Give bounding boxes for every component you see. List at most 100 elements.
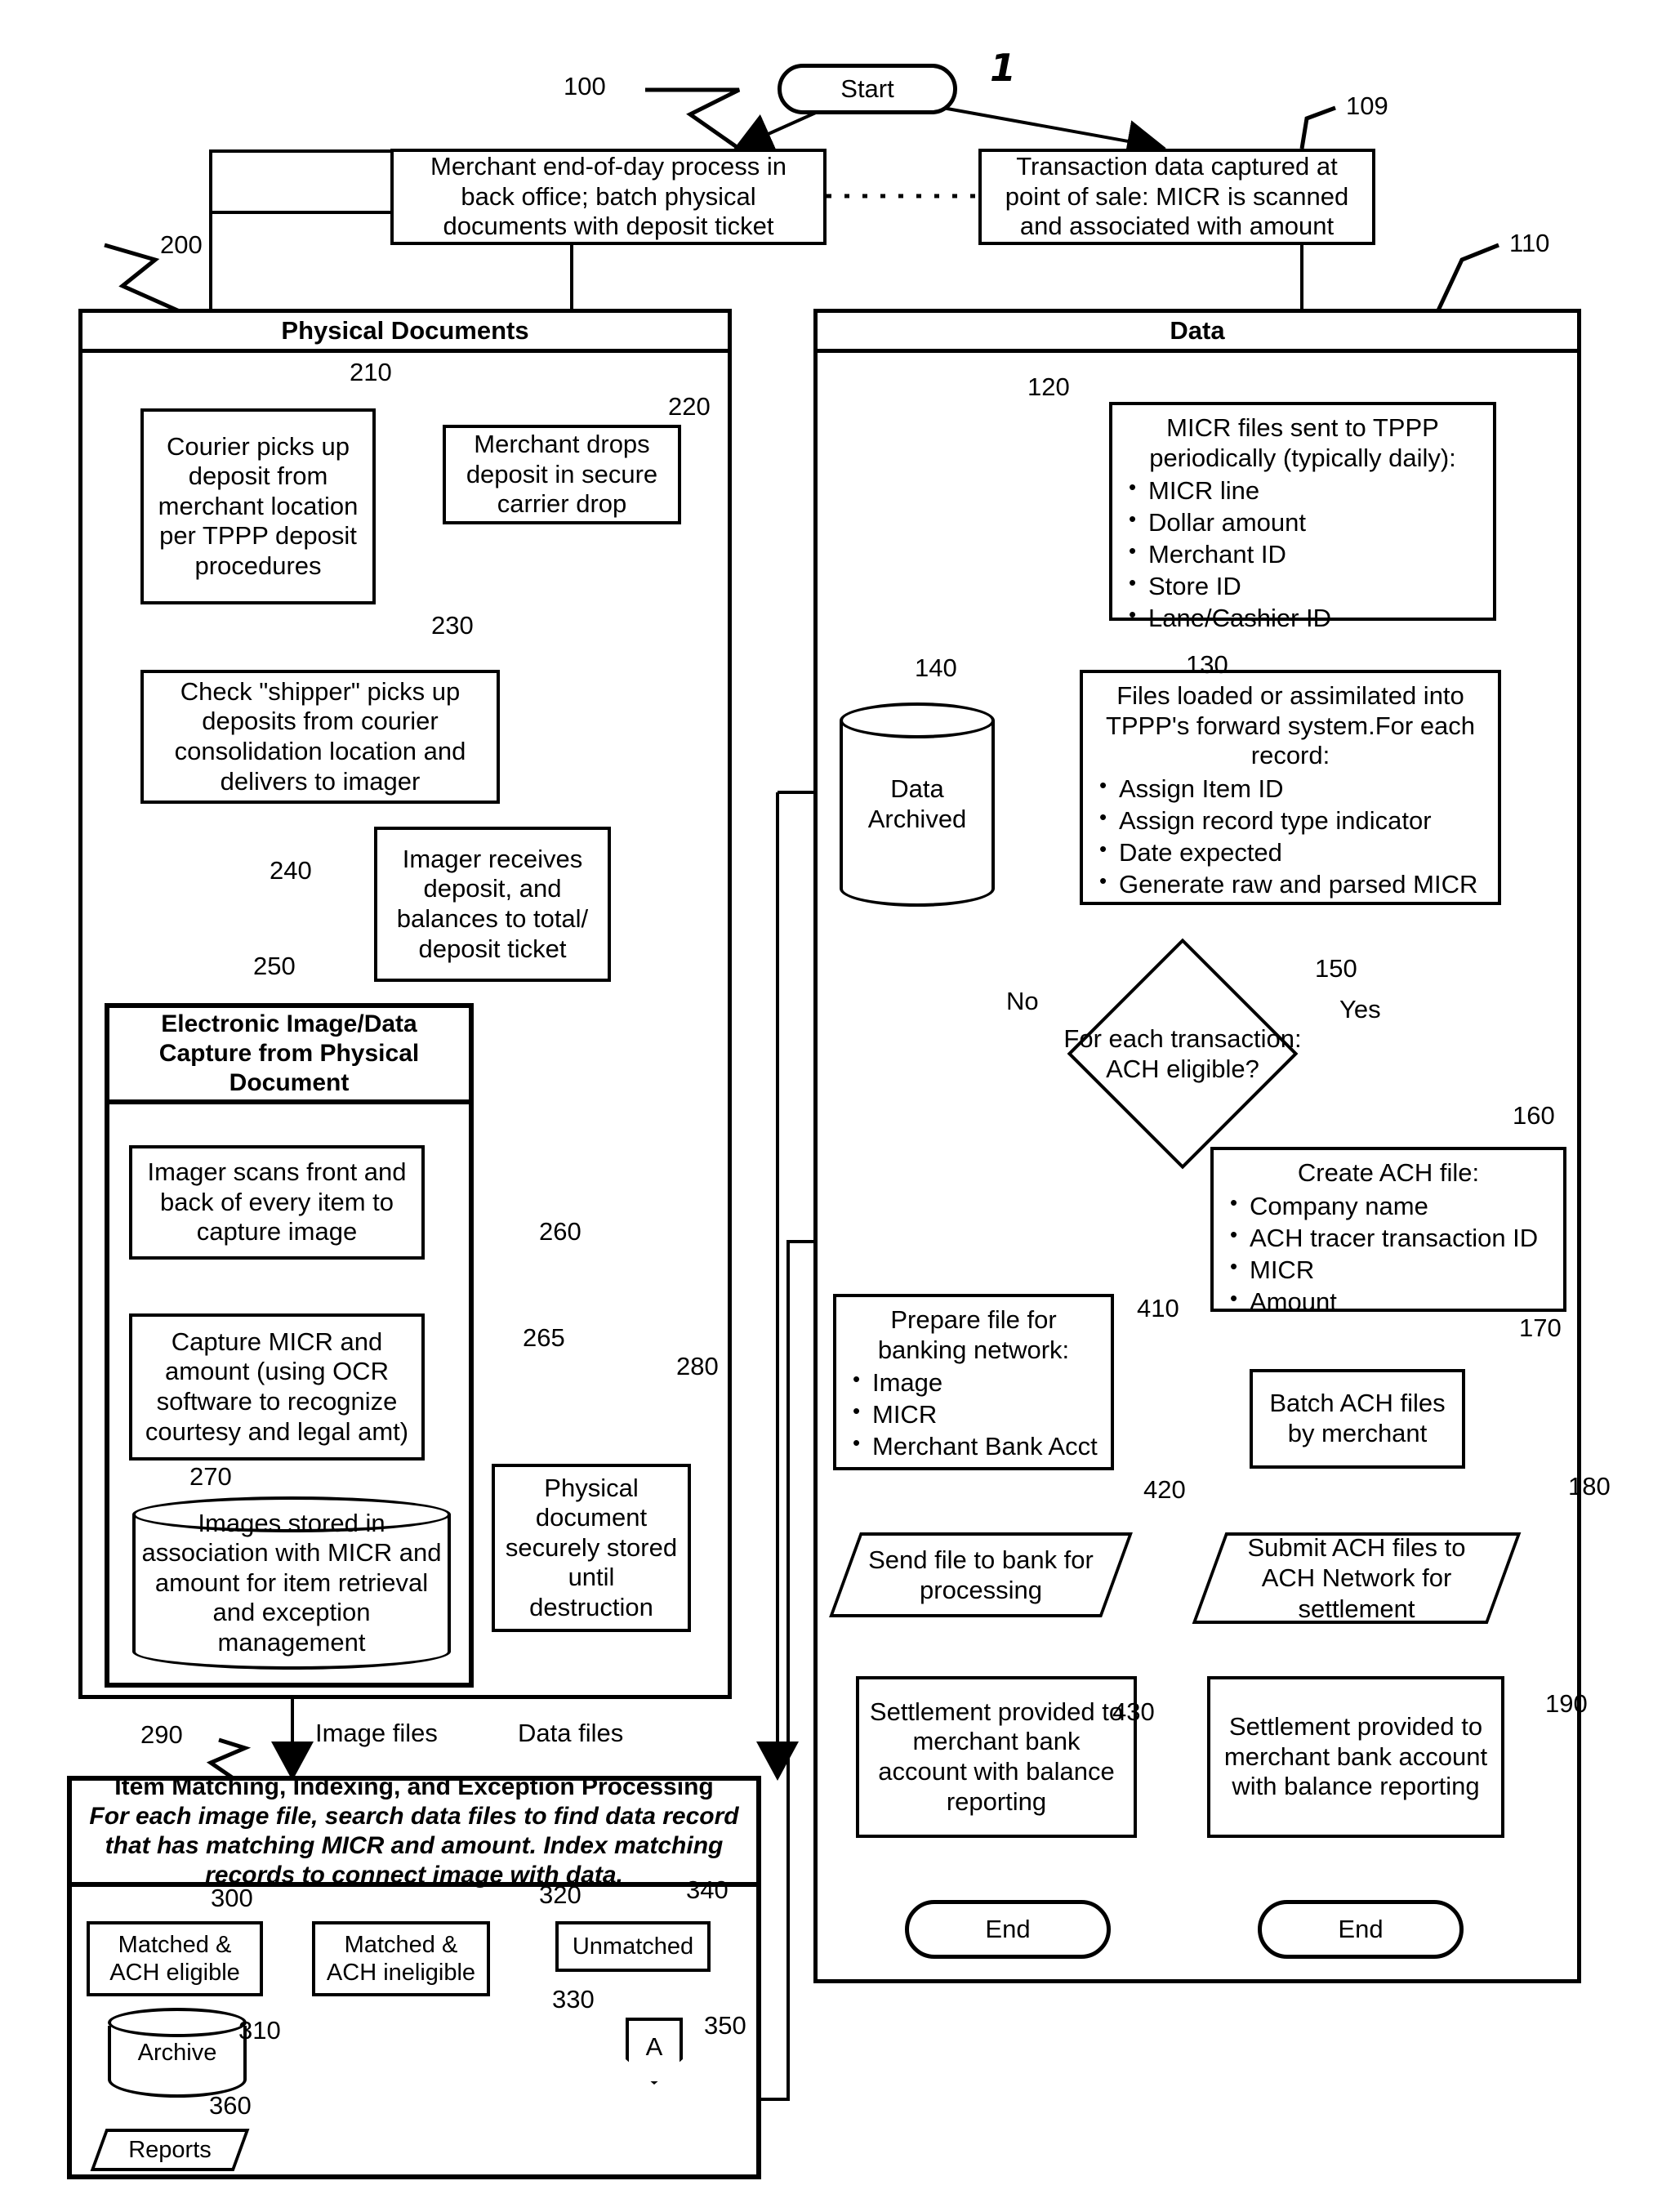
terminal-start: Start: [778, 64, 957, 114]
list-item: MICR line: [1124, 474, 1482, 506]
list-item: Assign record type indicator: [1094, 804, 1486, 836]
pos-transaction-capture-box: Transaction data captured at point of sa…: [978, 149, 1375, 245]
unmatched-box: Unmatched: [555, 1921, 711, 1972]
imager-scans-box: Imager scans front and back of every ite…: [129, 1145, 425, 1260]
merchant-drop-text: Merchant drops deposit in secure carrier…: [466, 430, 658, 519]
send-file-text: Send file to bank for processing: [868, 1545, 1094, 1604]
ref-320: 320: [539, 1880, 582, 1909]
ref-410: 410: [1137, 1294, 1179, 1322]
imager-receives-text: Imager receives deposit, and balances to…: [396, 844, 589, 963]
images-db-text: Images stored in association with MICR a…: [141, 1508, 442, 1657]
list-item: Image: [848, 1366, 1099, 1398]
ref-220: 220: [668, 392, 711, 421]
ref-160: 160: [1513, 1101, 1555, 1130]
ref-200: 200: [160, 230, 203, 259]
unmatched-text: Unmatched: [572, 1933, 694, 1960]
list-item: Date expected: [1094, 836, 1486, 868]
terminal-end-left-label: End: [985, 1915, 1031, 1943]
terminal-end-left: End: [905, 1900, 1111, 1959]
physical-document-storage-text: Physical document securely stored until …: [505, 1473, 678, 1621]
ref-350: 350: [704, 2011, 746, 2040]
decision-text: For each transaction: ACH eligible?: [1063, 1023, 1302, 1083]
prepare-banking-file-box: Prepare file for banking network: Image …: [833, 1294, 1114, 1470]
prepare-banking-heading: Prepare file for banking network:: [877, 1305, 1070, 1364]
ref-100: 100: [564, 72, 606, 100]
item-matching-title: Item Matching, Indexing, and Exception P…: [114, 1773, 714, 1800]
list-item: Lane/Cashier ID: [1124, 601, 1482, 634]
image-files-label: Image files: [315, 1719, 438, 1747]
merchant-end-of-day-box: Merchant end-of-day process in back offi…: [390, 149, 827, 245]
courier-pickup-text: Courier picks up deposit from merchant l…: [158, 431, 359, 580]
micr-files-heading: MICR files sent to TPPP periodically (ty…: [1149, 413, 1456, 472]
terminal-end-right: End: [1258, 1900, 1464, 1959]
swimlane-physical-documents-title: Physical Documents: [82, 313, 728, 353]
files-loaded-box: Files loaded or assimilated into TPPP's …: [1080, 670, 1501, 905]
list-item: Amount: [1225, 1285, 1552, 1318]
ref-110: 110: [1509, 229, 1550, 257]
list-item: MICR: [848, 1398, 1099, 1430]
check-shipper-text: Check "shipper" picks up deposits from c…: [174, 676, 466, 796]
data-archived-text: Data Archived: [867, 774, 967, 833]
matched-ach-eligible-text: Matched & ACH eligible: [109, 1931, 240, 1986]
ref-140: 140: [915, 653, 957, 682]
archive-database: Archive: [108, 2008, 247, 2098]
ref-265: 265: [523, 1323, 565, 1352]
terminal-start-label: Start: [840, 74, 894, 103]
micr-files-list: MICR line Dollar amount Merchant ID Stor…: [1124, 474, 1482, 634]
ref-210: 210: [350, 358, 392, 386]
data-archived-database: Data Archived: [840, 702, 995, 907]
physical-document-storage-box: Physical document securely stored until …: [492, 1464, 691, 1632]
settlement-right-box: Settlement provided to merchant bank acc…: [1207, 1676, 1504, 1838]
images-stored-database: Images stored in association with MICR a…: [132, 1496, 451, 1670]
connector-a-label: A: [645, 2032, 663, 2061]
electronic-capture-panel-title: Electronic Image/Data Capture from Physi…: [109, 1008, 469, 1104]
capture-micr-ocr-text: Capture MICR and amount (using OCR softw…: [145, 1327, 409, 1446]
ref-270: 270: [189, 1462, 232, 1491]
list-item: ACH tracer transaction ID: [1225, 1221, 1552, 1254]
reports-output: Reports: [90, 2129, 250, 2171]
list-item: Dollar amount: [1124, 506, 1482, 538]
data-files-label: Data files: [518, 1719, 624, 1747]
ref-290: 290: [140, 1720, 183, 1749]
ref-300: 300: [211, 1884, 253, 1912]
ref-170: 170: [1519, 1313, 1562, 1342]
files-loaded-list: Assign Item ID Assign record type indica…: [1094, 772, 1486, 900]
ref-280: 280: [676, 1352, 719, 1380]
ref-250: 250: [253, 952, 296, 980]
ref-420: 420: [1143, 1475, 1186, 1504]
ref-340: 340: [686, 1875, 729, 1904]
capture-micr-ocr-box: Capture MICR and amount (using OCR softw…: [129, 1313, 425, 1461]
send-file-to-bank: Send file to bank for processing: [829, 1532, 1133, 1617]
check-shipper-box: Check "shipper" picks up deposits from c…: [140, 670, 500, 804]
item-matching-panel-header: Item Matching, Indexing, and Exception P…: [72, 1773, 756, 1889]
ref-330: 330: [552, 1985, 595, 2014]
batch-ach-files-box: Batch ACH files by merchant: [1250, 1369, 1465, 1469]
ref-120: 120: [1027, 372, 1070, 401]
list-item: Merchant Bank Acct: [848, 1429, 1099, 1462]
ref-310: 310: [238, 2016, 281, 2045]
list-item: Assign Item ID: [1094, 772, 1486, 805]
ref-360: 360: [209, 2091, 252, 2120]
ref-180: 180: [1568, 1472, 1611, 1501]
decision-yes-label: Yes: [1339, 995, 1381, 1023]
create-ach-file-box: Create ACH file: Company name ACH tracer…: [1210, 1147, 1566, 1316]
ref-190: 190: [1545, 1689, 1588, 1718]
patent-flowchart: Start 1 131 Merchant end-of-day process …: [0, 0, 1671, 2212]
ref-150: 150: [1315, 954, 1357, 983]
ref-130: 130: [1186, 650, 1228, 679]
list-item: Company name: [1225, 1189, 1552, 1222]
reports-text: Reports: [128, 2136, 212, 2163]
list-item: Generate raw and parsed MICR: [1094, 867, 1486, 900]
ref-230: 230: [431, 611, 474, 640]
batch-ach-files-text: Batch ACH files by merchant: [1269, 1389, 1446, 1447]
courier-pickup-box: Courier picks up deposit from merchant l…: [140, 408, 376, 604]
offpage-connector-a: A: [626, 2018, 683, 2085]
ach-eligible-decision: For each transaction: ACH eligible?: [1062, 938, 1303, 1170]
imager-scans-text: Imager scans front and back of every ite…: [147, 1157, 407, 1246]
decision-no-label: No: [1006, 987, 1039, 1015]
terminal-end-right-label: End: [1338, 1915, 1384, 1943]
ref-240: 240: [270, 856, 312, 885]
list-item: MICR: [1225, 1253, 1552, 1286]
settlement-left-box: Settlement provided to merchant bank acc…: [856, 1676, 1137, 1838]
pos-transaction-capture-text: Transaction data captured at point of sa…: [1005, 152, 1349, 241]
